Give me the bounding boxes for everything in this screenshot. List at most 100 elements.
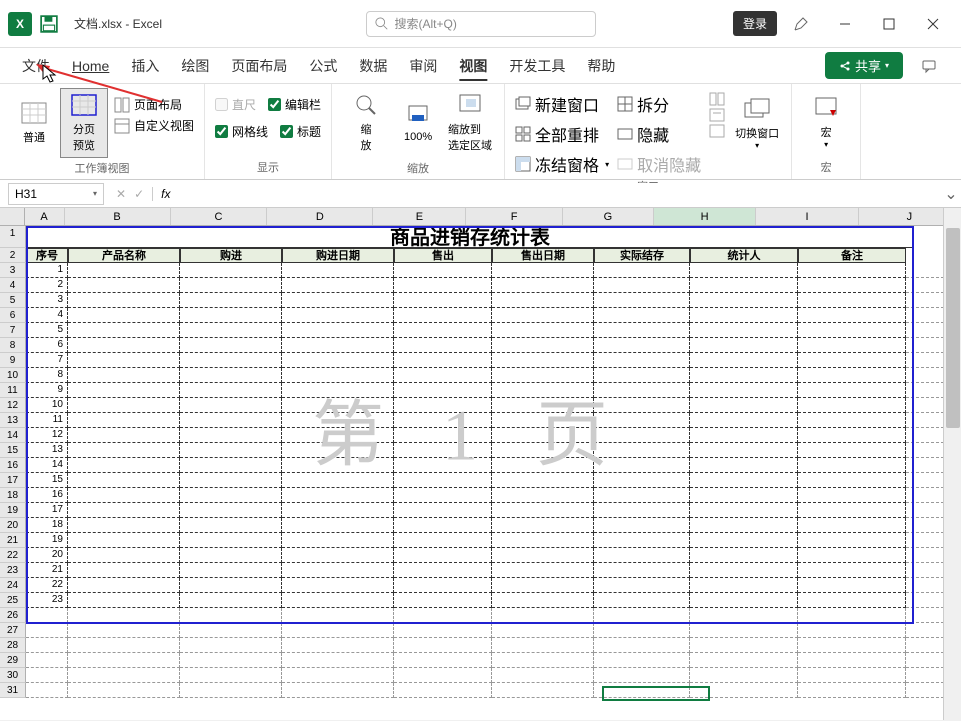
cell[interactable]	[180, 398, 282, 413]
cell[interactable]	[492, 323, 594, 338]
cell[interactable]	[690, 488, 798, 503]
cell[interactable]	[68, 443, 180, 458]
cell[interactable]	[282, 308, 394, 323]
cell[interactable]	[282, 653, 394, 668]
row-header[interactable]: 29	[0, 653, 26, 668]
cell[interactable]	[492, 428, 594, 443]
comments-icon[interactable]	[909, 50, 949, 82]
cell[interactable]	[68, 503, 180, 518]
cell[interactable]	[690, 518, 798, 533]
cell[interactable]	[180, 548, 282, 563]
cell[interactable]	[492, 683, 594, 698]
cell[interactable]	[68, 638, 180, 653]
cell[interactable]	[594, 503, 690, 518]
cell[interactable]	[394, 413, 492, 428]
table-header-cell[interactable]: 产品名称	[68, 248, 180, 263]
cell[interactable]	[492, 353, 594, 368]
cell[interactable]	[282, 608, 394, 623]
cell[interactable]	[690, 578, 798, 593]
cell[interactable]	[394, 383, 492, 398]
cell[interactable]	[492, 518, 594, 533]
row-header[interactable]: 13	[0, 413, 26, 428]
cell[interactable]: 13	[26, 443, 68, 458]
cell[interactable]	[68, 608, 180, 623]
cell[interactable]	[798, 263, 906, 278]
cell[interactable]	[282, 368, 394, 383]
cell[interactable]	[68, 338, 180, 353]
cell[interactable]	[394, 323, 492, 338]
cell[interactable]	[394, 668, 492, 683]
cell[interactable]	[798, 443, 906, 458]
cell[interactable]: 5	[26, 323, 68, 338]
cell[interactable]	[394, 593, 492, 608]
cell[interactable]	[798, 503, 906, 518]
cell[interactable]	[690, 668, 798, 683]
zoom-to-selection-button[interactable]: 缩放到 选定区域	[446, 88, 494, 158]
cell[interactable]: 7	[26, 353, 68, 368]
cell[interactable]	[594, 323, 690, 338]
cell[interactable]	[180, 473, 282, 488]
row-header[interactable]: 26	[0, 608, 26, 623]
cell[interactable]	[798, 563, 906, 578]
cell[interactable]	[68, 323, 180, 338]
formula-input[interactable]	[178, 183, 941, 205]
cell[interactable]	[68, 518, 180, 533]
cell[interactable]	[282, 263, 394, 278]
column-header-E[interactable]: E	[373, 208, 466, 225]
cell[interactable]	[180, 308, 282, 323]
cell[interactable]	[68, 293, 180, 308]
table-header-cell[interactable]: 售出日期	[492, 248, 594, 263]
row-header[interactable]: 28	[0, 638, 26, 653]
table-header-cell[interactable]: 备注	[798, 248, 906, 263]
cell[interactable]	[492, 563, 594, 578]
tab-developer[interactable]: 开发工具	[499, 52, 575, 80]
cell[interactable]	[690, 683, 798, 698]
cell[interactable]	[394, 368, 492, 383]
cell[interactable]: 22	[26, 578, 68, 593]
cell[interactable]	[282, 563, 394, 578]
freeze-panes-button[interactable]: 冻结窗格▾	[515, 152, 609, 176]
row-header[interactable]: 15	[0, 443, 26, 458]
cell[interactable]	[68, 533, 180, 548]
cell[interactable]	[594, 533, 690, 548]
vertical-scrollbar[interactable]	[943, 208, 961, 720]
cell[interactable]	[180, 413, 282, 428]
row-header[interactable]: 30	[0, 668, 26, 683]
share-button[interactable]: 共享 ▾	[825, 52, 903, 79]
cell[interactable]	[594, 398, 690, 413]
cell[interactable]	[798, 518, 906, 533]
cell[interactable]	[492, 548, 594, 563]
row-header[interactable]: 22	[0, 548, 26, 563]
custom-views-button[interactable]: 自定义视图	[114, 117, 194, 134]
cell[interactable]: 23	[26, 593, 68, 608]
cell[interactable]	[282, 293, 394, 308]
cell[interactable]	[594, 443, 690, 458]
formula-bar-checkbox[interactable]: 编辑栏	[268, 96, 321, 113]
cell[interactable]	[492, 308, 594, 323]
cell[interactable]	[492, 653, 594, 668]
cell[interactable]	[594, 638, 690, 653]
cell[interactable]	[690, 443, 798, 458]
grid[interactable]: 商品进销存统计表序号产品名称购进购进日期售出售出日期实际结存统计人备注12345…	[26, 226, 961, 698]
arrange-all-button[interactable]: 全部重排	[515, 122, 609, 146]
cell[interactable]	[690, 353, 798, 368]
row-header[interactable]: 5	[0, 293, 26, 308]
cell[interactable]	[282, 338, 394, 353]
cell[interactable]	[690, 533, 798, 548]
tab-help[interactable]: 帮助	[577, 52, 625, 80]
cell[interactable]	[492, 263, 594, 278]
cell[interactable]	[798, 593, 906, 608]
row-header[interactable]: 25	[0, 593, 26, 608]
table-header-cell[interactable]: 实际结存	[594, 248, 690, 263]
cell[interactable]	[180, 383, 282, 398]
cell[interactable]	[180, 683, 282, 698]
search-box[interactable]: 搜索(Alt+Q)	[366, 11, 596, 37]
cell[interactable]	[68, 458, 180, 473]
reset-window-icon[interactable]	[709, 124, 725, 138]
cell[interactable]	[492, 533, 594, 548]
cell[interactable]: 1	[26, 263, 68, 278]
cell[interactable]: 2	[26, 278, 68, 293]
cell[interactable]	[690, 473, 798, 488]
cell[interactable]	[690, 623, 798, 638]
cell[interactable]: 14	[26, 458, 68, 473]
